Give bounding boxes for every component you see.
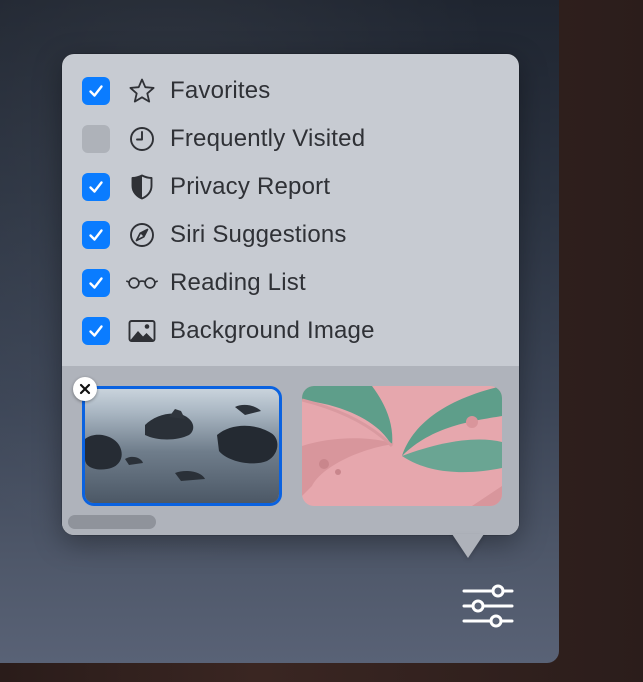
background-image-tray <box>62 366 519 535</box>
customize-start-page-button[interactable] <box>458 582 518 630</box>
compass-icon <box>126 221 158 249</box>
background-thumbnail-rocky-sea[interactable] <box>82 386 282 506</box>
glasses-icon <box>126 269 158 297</box>
option-background-image[interactable]: Background Image <box>62 307 519 355</box>
checkmark-icon <box>89 229 103 241</box>
checkmark-icon <box>89 181 103 193</box>
checkmark-icon <box>89 325 103 337</box>
reading-list-checkbox[interactable] <box>82 269 110 297</box>
option-siri-suggestions[interactable]: Siri Suggestions <box>62 211 519 259</box>
star-icon <box>126 77 158 105</box>
frequently-visited-checkbox[interactable] <box>82 125 110 153</box>
option-reading-list[interactable]: Reading List <box>62 259 519 307</box>
background-image-checkbox[interactable] <box>82 317 110 345</box>
privacy-report-checkbox[interactable] <box>82 173 110 201</box>
option-label-frequently-visited: Frequently Visited <box>170 125 366 152</box>
checkmark-icon <box>89 85 103 97</box>
background-thumbnail-butterfly[interactable] <box>302 386 502 506</box>
thumbnail-scrollbar[interactable] <box>68 515 156 529</box>
section-options-list: Favorites Frequently Visited Privacy Rep… <box>62 67 519 355</box>
option-label-background-image: Background Image <box>170 317 375 344</box>
remove-background-button[interactable] <box>73 377 97 401</box>
option-label-reading-list: Reading List <box>170 269 306 296</box>
checkmark-icon <box>89 277 103 289</box>
sliders-icon <box>462 584 514 628</box>
clock-icon <box>126 125 158 153</box>
option-label-favorites: Favorites <box>170 77 271 104</box>
option-favorites[interactable]: Favorites <box>62 67 519 115</box>
favorites-checkbox[interactable] <box>82 77 110 105</box>
close-icon <box>79 383 91 395</box>
siri-suggestions-checkbox[interactable] <box>82 221 110 249</box>
popover-arrow <box>452 534 484 558</box>
customize-start-page-popover: Favorites Frequently Visited Privacy Rep… <box>62 54 519 535</box>
shield-icon <box>126 173 158 201</box>
option-privacy-report[interactable]: Privacy Report <box>62 163 519 211</box>
option-label-siri-suggestions: Siri Suggestions <box>170 221 347 248</box>
option-label-privacy-report: Privacy Report <box>170 173 331 200</box>
photo-icon <box>126 317 158 345</box>
option-frequently-visited[interactable]: Frequently Visited <box>62 115 519 163</box>
